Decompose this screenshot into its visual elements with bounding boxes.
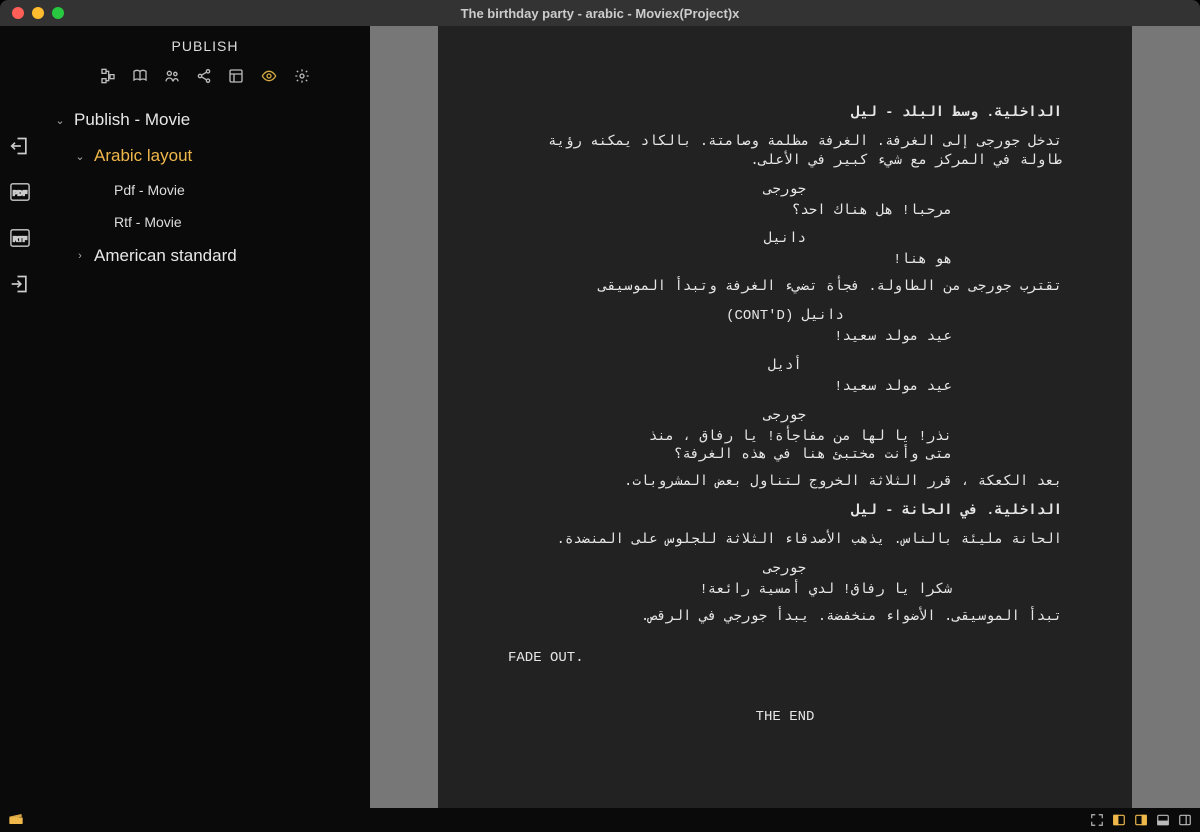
tree-label: Publish - Movie xyxy=(74,110,190,130)
action-text: بعد الكعكة ، قرر الثلاثة الخروج لتناول ب… xyxy=(508,473,1062,492)
tree-label: Rtf - Movie xyxy=(114,214,182,230)
dialogue-text: شكرا يا رفاق! لدي أمسية رائعة! xyxy=(618,581,952,600)
panel-bottom-icon[interactable] xyxy=(1156,813,1170,827)
dialogue-text: مرحبا! هل هناك احد؟ xyxy=(618,202,952,221)
tree-item-arabic-layout[interactable]: ⌄ Arabic layout xyxy=(50,138,360,174)
share-icon[interactable] xyxy=(196,68,212,84)
window-controls xyxy=(0,7,64,19)
chevron-right-icon: › xyxy=(74,250,86,262)
sidebar-toolbar xyxy=(40,64,370,98)
gear-icon[interactable] xyxy=(294,68,310,84)
main-area: PDF RTF PUBLISH xyxy=(0,26,1200,808)
scene-heading: الداخلية. في الحانة - ليل xyxy=(508,502,1062,521)
minimize-window-button[interactable] xyxy=(32,7,44,19)
users-icon[interactable] xyxy=(164,68,180,84)
dialogue-text: عيد مولد سعيد! xyxy=(618,378,952,397)
tree-root-publish-movie[interactable]: ⌄ Publish - Movie xyxy=(50,102,360,138)
panel-right-icon[interactable] xyxy=(1134,813,1148,827)
window-title: The birthday party - arabic - Moviex(Pro… xyxy=(0,6,1200,21)
pdf-icon[interactable]: PDF xyxy=(9,182,31,202)
window-titlebar: The birthday party - arabic - Moviex(Pro… xyxy=(0,0,1200,26)
rtf-icon[interactable]: RTF xyxy=(9,228,31,248)
dialogue-text: عيد مولد سعيد! xyxy=(618,328,952,347)
book-icon[interactable] xyxy=(132,68,148,84)
chevron-down-icon: ⌄ xyxy=(54,114,66,127)
clapper-icon[interactable] xyxy=(8,811,24,830)
character-name: جورجى xyxy=(508,407,1062,426)
tree-label: Pdf - Movie xyxy=(114,182,185,198)
character-name: دانيل (CONT'D) xyxy=(508,307,1062,326)
svg-text:RTF: RTF xyxy=(13,235,28,244)
close-window-button[interactable] xyxy=(12,7,24,19)
fullscreen-icon[interactable] xyxy=(1090,813,1104,827)
action-text: الحانة مليئة بالناس. يذهب الأصدقاء الثلا… xyxy=(508,531,1062,550)
svg-text:PDF: PDF xyxy=(13,189,28,198)
export-icon[interactable] xyxy=(10,136,30,156)
dialogue-text: نذر! يا لها من مفاجأة! يا رفاق ، منذ متى… xyxy=(618,428,952,466)
import-icon[interactable] xyxy=(10,274,30,294)
character-name: جورجى xyxy=(508,181,1062,200)
sidebar-title: PUBLISH xyxy=(40,32,370,64)
end-marker: THE END xyxy=(508,708,1062,727)
publish-tree: ⌄ Publish - Movie ⌄ Arabic layout Pdf - … xyxy=(40,98,370,274)
publish-sidebar: PUBLISH xyxy=(40,26,370,808)
tree-label: Arabic layout xyxy=(94,146,192,166)
tree-label: American standard xyxy=(94,246,237,266)
panel-right2-icon[interactable] xyxy=(1178,813,1192,827)
tree-item-american-standard[interactable]: › American standard xyxy=(50,238,360,274)
transition-text: FADE OUT. xyxy=(508,649,1062,668)
editor-area: الداخلية. وسط البلد - ليل تدخل جورجى إلى… xyxy=(370,26,1200,808)
tree-icon[interactable] xyxy=(100,68,116,84)
scene-heading: الداخلية. وسط البلد - ليل xyxy=(508,104,1062,123)
chevron-down-icon: ⌄ xyxy=(74,150,86,163)
status-bar xyxy=(0,808,1200,832)
character-name: أديل xyxy=(508,357,1062,376)
left-icon-rail: PDF RTF xyxy=(0,26,40,808)
panel-left-icon[interactable] xyxy=(1112,813,1126,827)
character-name: دانيل xyxy=(508,230,1062,249)
tree-item-pdf-movie[interactable]: Pdf - Movie xyxy=(50,174,360,206)
eye-icon[interactable] xyxy=(260,68,278,84)
character-name: جورجى xyxy=(508,560,1062,579)
action-text: تبدأ الموسيقى. الأضواء منخفضة. يبدأ جورج… xyxy=(508,608,1062,627)
script-page[interactable]: الداخلية. وسط البلد - ليل تدخل جورجى إلى… xyxy=(438,26,1132,808)
maximize-window-button[interactable] xyxy=(52,7,64,19)
action-text: تدخل جورجى إلى الغرفة. الغرفة مظلمة وصام… xyxy=(508,133,1062,171)
tree-item-rtf-movie[interactable]: Rtf - Movie xyxy=(50,206,360,238)
action-text: تقترب جورجى من الطاولة. فجأة تضيء الغرفة… xyxy=(508,278,1062,297)
dialogue-text: هو هنا! xyxy=(618,251,952,270)
layout-icon[interactable] xyxy=(228,68,244,84)
